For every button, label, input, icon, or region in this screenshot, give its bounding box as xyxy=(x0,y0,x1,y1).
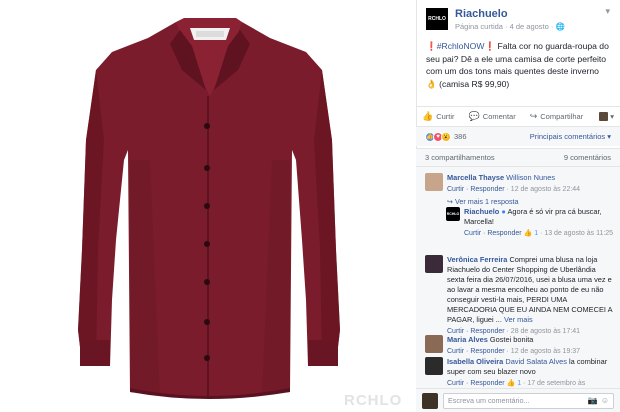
watermark: RCHLO xyxy=(344,392,403,409)
mention-link[interactable]: David Salata Alves xyxy=(505,357,567,366)
hashtag-link[interactable]: #RchloNOW xyxy=(437,41,485,51)
avatar[interactable] xyxy=(425,357,443,375)
avatar xyxy=(599,112,609,121)
comment-composer: Escreva um comentário... 📷 ☺ xyxy=(416,388,620,412)
top-comments-dropdown[interactable]: Principais comentários ▾ xyxy=(530,132,611,141)
shirt-illustration xyxy=(78,18,340,399)
share-comment-counts: 3 compartilhamentos 9 comentários xyxy=(416,148,620,166)
exclamation-icon: ❗ xyxy=(426,41,437,51)
like-button[interactable]: 👍 Curtir xyxy=(422,111,455,122)
comment-meta: Curtir · Responder · 12 de agosto às 19:… xyxy=(447,347,613,357)
page-name-link[interactable]: Riachuelo xyxy=(455,8,508,20)
thumbs-up-icon: 👍 xyxy=(422,111,434,121)
post-as-selector[interactable]: ▾ xyxy=(599,112,614,121)
reaction-count[interactable]: 386 xyxy=(454,132,467,141)
comment-time: · 13 de agosto às 11:25 xyxy=(538,230,614,237)
comment: Marcella Thayse Willison Nunes Curtir · … xyxy=(425,173,613,207)
post-meta: Página curtida · 4 de agosto · 🌐 xyxy=(455,22,565,31)
comment-text: Comprei uma blusa na loja Riachuelo do C… xyxy=(447,255,613,324)
comment: Verônica Ferreira Comprei uma blusa na l… xyxy=(425,255,613,337)
avatar[interactable]: RCHLO xyxy=(446,207,460,221)
comment-actions[interactable]: Curtir · Responder xyxy=(447,348,505,355)
shares-count-link[interactable]: 3 compartilhamentos xyxy=(425,153,495,162)
commenter-name[interactable]: Marcella Thayse xyxy=(447,173,504,182)
see-more-link[interactable]: Ver mais xyxy=(504,315,533,324)
comment-text: Gostei bonita xyxy=(487,335,534,344)
avatar[interactable] xyxy=(425,335,443,353)
camera-icon[interactable]: 📷 xyxy=(588,396,598,405)
avatar xyxy=(422,392,438,409)
comment-actions[interactable]: Curtir · Responder xyxy=(447,186,505,193)
post-header: RCHLO Riachuelo Página curtida · 4 de ag… xyxy=(417,0,620,36)
commenter-name[interactable]: Maria Alves xyxy=(447,335,488,344)
comment: Isabella Oliveira David Salata Alves la … xyxy=(425,357,613,389)
wow-reaction-icon[interactable]: 😮 xyxy=(441,131,451,142)
like-label: Curtir xyxy=(436,112,455,121)
chevron-down-icon[interactable]: ▾ xyxy=(605,6,610,17)
comment-input-placeholder: Escreva um comentário... xyxy=(448,396,530,405)
exclamation-icon: ❗ xyxy=(484,41,496,51)
post-photo[interactable]: RCHLO xyxy=(0,0,416,412)
comment-input[interactable]: Escreva um comentário... 📷 ☺ xyxy=(443,392,614,409)
share-icon: ↪ xyxy=(529,111,538,121)
comment-time: · 28 de agosto às 17:41 xyxy=(504,328,581,335)
commenter-name[interactable]: Verônica Ferreira xyxy=(447,255,507,264)
comment-time: · 12 de agosto às 22:44 xyxy=(504,186,581,193)
commenter-name[interactable]: Isabella Oliveira xyxy=(447,357,503,366)
comment-icon: 💬 xyxy=(468,111,480,121)
page-logo[interactable]: RCHLO xyxy=(426,8,448,30)
comment-likes[interactable]: 👍 1 xyxy=(507,380,522,387)
comment-time: · 17 de setembro às xyxy=(521,380,586,387)
comment-actions[interactable]: Curtir · Responder xyxy=(447,380,505,387)
comment-meta: Curtir · Responder · 12 de agosto às 22:… xyxy=(447,185,613,195)
post-text: ❗#RchloNOW❗ Falta cor no guarda-roupa do… xyxy=(417,36,620,112)
comment-meta: Curtir · Responder 👍 1 · 13 de agosto às… xyxy=(464,229,614,239)
avatar[interactable] xyxy=(425,255,443,273)
comment-reply: RCHLO Riachuelo ● Agora é só vir pra cá … xyxy=(446,207,614,239)
view-more-replies-link[interactable]: ↪ Ver mais 1 resposta xyxy=(447,197,613,207)
post-actions: 👍 Curtir 💬 Comentar ↪ Compartilhar ▾ xyxy=(416,106,620,126)
comment-likes[interactable]: 👍 1 xyxy=(524,230,539,237)
avatar[interactable] xyxy=(425,173,443,191)
comment-actions[interactable]: Curtir · Responder xyxy=(464,230,522,237)
comment-actions[interactable]: Curtir · Responder xyxy=(447,328,505,335)
share-label: Compartilhar xyxy=(540,112,584,121)
comments-list: Marcella Thayse Willison Nunes Curtir · … xyxy=(416,166,620,392)
commenter-name[interactable]: Riachuelo xyxy=(464,207,499,216)
comment-time: · 12 de agosto às 19:37 xyxy=(504,348,581,355)
mention-link[interactable]: Willison Nunes xyxy=(506,173,555,182)
comment: Maria Alves Gostei bonita Curtir · Respo… xyxy=(425,335,613,357)
comments-count-link[interactable]: 9 comentários xyxy=(564,153,611,162)
share-button[interactable]: ↪ Compartilhar xyxy=(530,111,583,122)
comment-label: Comentar xyxy=(482,112,516,121)
comment-button[interactable]: 💬 Comentar xyxy=(469,111,516,122)
caret-down-icon: ▾ xyxy=(610,112,614,121)
emoji-icon[interactable]: ☺ xyxy=(601,396,609,405)
reactions-bar: 👍 ♥ 😮 386 Principais comentários ▾ xyxy=(416,126,620,146)
